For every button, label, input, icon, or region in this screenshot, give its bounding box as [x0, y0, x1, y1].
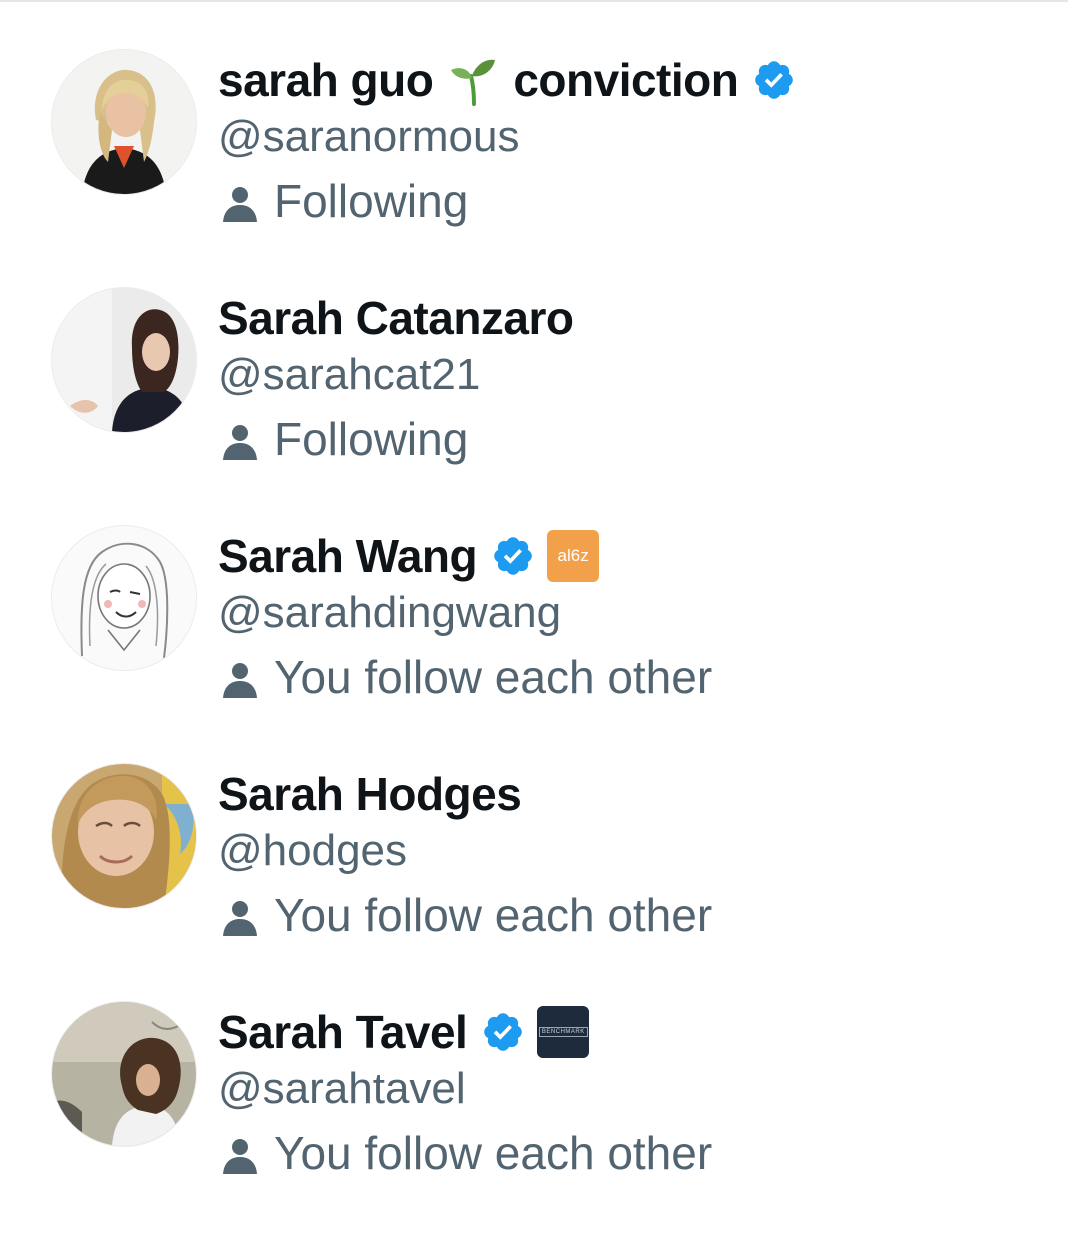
name-line: Sarah Tavel BENCHMARK: [218, 1004, 1038, 1060]
avatar[interactable]: [52, 1002, 196, 1146]
person-icon: [220, 419, 260, 460]
name-line: Sarah Wang al6z: [218, 528, 1038, 584]
avatar[interactable]: [52, 526, 196, 670]
verified-badge-icon: [752, 58, 796, 102]
display-name[interactable]: Sarah Tavel: [218, 1005, 468, 1059]
user-handle[interactable]: @sarahcat21: [218, 344, 1038, 406]
person-icon: [220, 1133, 260, 1174]
follow-status: You follow each other: [218, 882, 1038, 948]
user-info: Sarah Wang al6z @sarahdingwang You follo…: [218, 528, 1038, 710]
follow-status-text: Following: [274, 175, 469, 227]
verified-badge-icon: [491, 534, 535, 578]
name-line: Sarah Hodges: [218, 766, 1038, 822]
display-name-suffix: conviction: [513, 54, 739, 106]
follow-status-text: You follow each other: [274, 1127, 713, 1179]
follow-status: You follow each other: [218, 1120, 1038, 1186]
display-name[interactable]: sarah guo: [218, 53, 434, 107]
user-info: sarah guo conviction @saranormous Follow…: [218, 52, 1038, 234]
person-icon: [220, 895, 260, 936]
follow-status-text: You follow each other: [274, 651, 713, 703]
follow-status-text: You follow each other: [274, 889, 713, 941]
user-row-sarahcat21[interactable]: Sarah Catanzaro @sarahcat21 Following: [0, 288, 1068, 526]
user-row-hodges[interactable]: Sarah Hodges @hodges You follow each oth…: [0, 764, 1068, 1002]
verified-badge-icon: [481, 1010, 525, 1054]
user-info: Sarah Tavel BENCHMARK @sarahtavel You fo…: [218, 1004, 1038, 1186]
follow-status: Following: [218, 406, 1038, 472]
follow-status: You follow each other: [218, 644, 1038, 710]
follow-status: Following: [218, 168, 1038, 234]
user-list: sarah guo conviction @saranormous Follow…: [0, 50, 1068, 1240]
user-row-sarahtavel[interactable]: Sarah Tavel BENCHMARK @sarahtavel You fo…: [0, 1002, 1068, 1240]
follow-status-text: Following: [274, 413, 469, 465]
user-handle[interactable]: @sarahtavel: [218, 1058, 1038, 1120]
person-icon: [220, 181, 260, 222]
avatar[interactable]: [52, 288, 196, 432]
user-row-saranormous[interactable]: sarah guo conviction @saranormous Follow…: [0, 50, 1068, 288]
a16z-affiliation-badge[interactable]: al6z: [547, 530, 600, 582]
display-name[interactable]: Sarah Catanzaro: [218, 291, 574, 345]
display-name[interactable]: Sarah Hodges: [218, 767, 522, 821]
sprout-icon: [447, 54, 499, 106]
affiliation-label: BENCHMARK: [538, 1027, 588, 1037]
person-icon: [220, 657, 260, 698]
user-info: Sarah Catanzaro @sarahcat21 Following: [218, 290, 1038, 472]
user-info: Sarah Hodges @hodges You follow each oth…: [218, 766, 1038, 948]
avatar[interactable]: [52, 764, 196, 908]
name-line: Sarah Catanzaro: [218, 290, 1038, 346]
benchmark-affiliation-badge[interactable]: BENCHMARK: [537, 1006, 590, 1058]
display-name[interactable]: Sarah Wang: [218, 529, 478, 583]
user-handle[interactable]: @saranormous: [218, 106, 1038, 168]
avatar[interactable]: [52, 50, 196, 194]
affiliation-label: al6z: [557, 546, 589, 565]
user-row-sarahdingwang[interactable]: Sarah Wang al6z @sarahdingwang You follo…: [0, 526, 1068, 764]
top-divider: [0, 0, 1068, 6]
user-handle[interactable]: @hodges: [218, 820, 1038, 882]
user-handle[interactable]: @sarahdingwang: [218, 582, 1038, 644]
name-line: sarah guo conviction: [218, 52, 1038, 108]
